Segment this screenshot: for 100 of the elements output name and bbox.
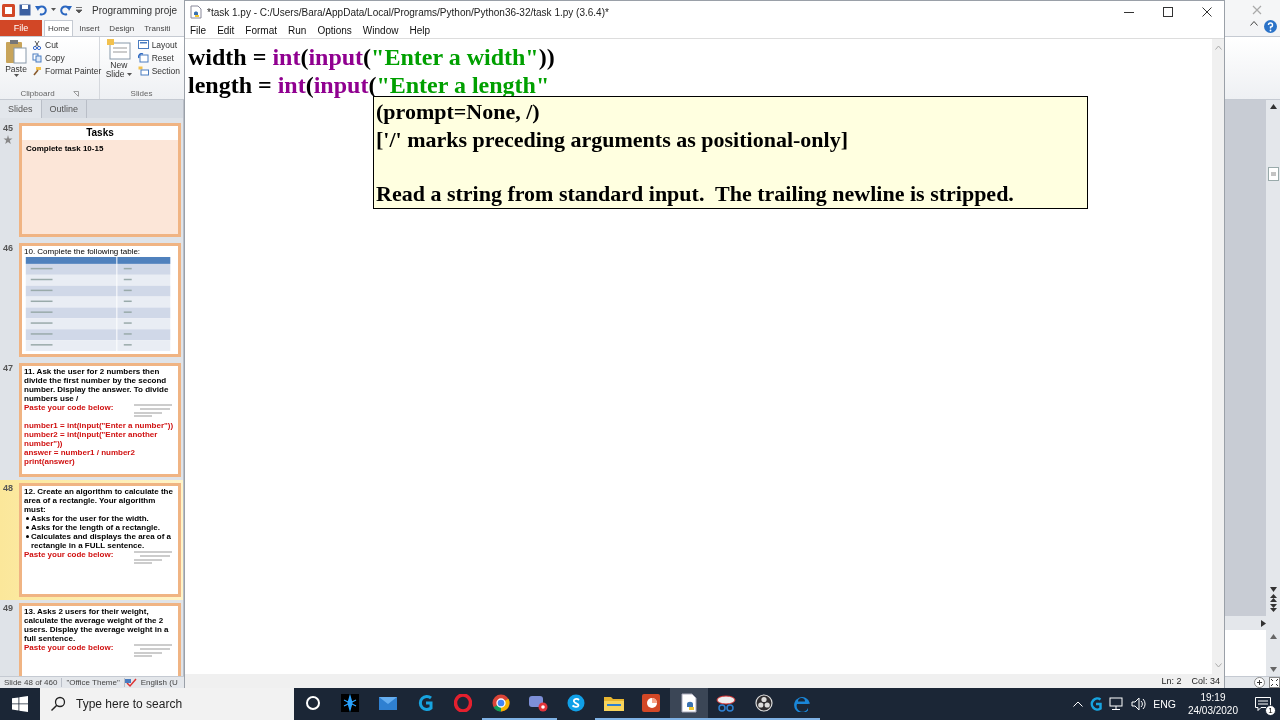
pane-tab[interactable]: Slides	[0, 100, 42, 118]
chat-app-icon	[528, 694, 549, 712]
notification-icon[interactable]	[1255, 697, 1271, 711]
e-logo-icon	[792, 694, 811, 712]
document-icon	[679, 693, 698, 713]
slide-row[interactable]: 49 13. Asks 2 users for their weight, calculate the average weight of the 2 users. Display the average weight in a full sentence. Paste your code below:	[0, 600, 183, 676]
docstring-text: Read a string from standard input. The trailing newline is stripped.	[376, 180, 1015, 208]
volume-icon[interactable]	[1131, 697, 1148, 711]
scroll-right-icon	[1261, 619, 1266, 627]
slide-text: 10. Complete the following table:	[24, 247, 142, 256]
spelling-icon	[124, 677, 137, 688]
undo-icon[interactable]	[35, 4, 47, 16]
scrollbar[interactable]	[1266, 100, 1280, 616]
scroll-down-icon	[1269, 667, 1277, 672]
window-title: Programming proje	[92, 4, 178, 16]
slide-text: 13. Asks 2 users for their weight, calculate the average weight of the 2 users. Display the average weight in a full sentence.	[24, 607, 170, 643]
clock-date: 24/03/2020	[1187, 704, 1238, 717]
scroll-up-icon	[1269, 634, 1277, 639]
ribbon-button[interactable]: Reset	[137, 52, 180, 64]
previous-slide-icon[interactable]	[1269, 594, 1277, 602]
slide-row[interactable]: 46 10. Complete the following table:	[0, 240, 183, 360]
show-hidden-icons-icon[interactable]	[1073, 701, 1084, 707]
taskbar-button[interactable]	[669, 688, 708, 720]
column-number: Col: 34	[1191, 676, 1220, 686]
paintbrush-icon	[32, 66, 42, 76]
scrollbar[interactable]	[1212, 39, 1224, 674]
scrollbar[interactable]	[1266, 630, 1280, 676]
slide-thumbnail[interactable]	[19, 483, 181, 597]
menu-item[interactable]: Run	[283, 23, 313, 38]
note-text: ['/' marks preceding arguments as positional-only]	[376, 125, 849, 153]
help-icon[interactable]	[1264, 20, 1277, 33]
collapse-ribbon-icon[interactable]	[1250, 20, 1258, 26]
new-slide-icon	[106, 39, 131, 61]
notification-count: 1	[1265, 705, 1276, 716]
ribbon-tab[interactable]: Transiti	[140, 20, 175, 36]
slide-number: 47	[3, 363, 14, 373]
slide-text: Complete task 10-15	[26, 144, 104, 153]
code-line: width = int(input("Enter a width"))	[188, 43, 556, 71]
g-logo-icon[interactable]	[1089, 696, 1104, 712]
menu-item[interactable]: Window	[357, 23, 405, 38]
line-number: Ln: 2	[1161, 676, 1182, 686]
section-icon	[137, 66, 149, 76]
ribbon-tab[interactable]: Insert	[75, 20, 104, 36]
slide-row[interactable]	[0, 360, 183, 480]
slide-counter: Slide 48 of 460	[0, 678, 63, 687]
ribbon-button[interactable]: Cut	[32, 39, 102, 51]
scissors-icon	[716, 694, 737, 712]
ring-icon	[454, 694, 473, 712]
ribbon-tab[interactable]: Home	[44, 20, 74, 36]
circle-icon	[304, 695, 321, 711]
call-app-icon	[566, 694, 585, 712]
animation-star-icon	[3, 135, 13, 144]
menu-item[interactable]: Format	[240, 23, 284, 38]
slide-row[interactable]: 45 Tasks Complete task 10-15	[0, 120, 183, 240]
ribbon-button[interactable]: Layout	[137, 39, 180, 51]
menu-item[interactable]: Options	[312, 23, 358, 38]
ribbon-button[interactable]: Format Painter	[32, 65, 102, 77]
menu-item[interactable]: Edit	[212, 23, 241, 38]
fit-slide-icon[interactable]	[1269, 677, 1280, 688]
ribbon-button[interactable]: Copy	[32, 52, 102, 64]
slide-number: 49	[3, 603, 14, 613]
slide-text: 12. Create an algorithm to calculate the area of a rectangle. Your algorithm must:	[24, 487, 174, 514]
file-tab[interactable]: File	[0, 20, 42, 36]
scroll-up-icon	[1269, 104, 1277, 109]
slide-thumbnail[interactable]	[19, 363, 181, 477]
network-icon[interactable]	[1109, 697, 1126, 711]
scroll-up-icon	[1214, 45, 1222, 50]
menu-item[interactable]: File	[185, 23, 213, 38]
new-slide-button[interactable]: New Slide	[103, 39, 135, 88]
slide-text: Paste your code below:	[24, 643, 114, 654]
maximize-icon[interactable]	[1162, 7, 1173, 17]
slide-text: Paste your code below:	[24, 550, 114, 561]
next-slide-icon[interactable]	[1269, 604, 1277, 612]
customize-icon[interactable]	[76, 6, 82, 14]
search-field[interactable]: Type here to search	[40, 688, 294, 720]
close-icon[interactable]	[1201, 7, 1212, 17]
slide-thumbnail[interactable]: Tasks Complete task 10-15	[19, 123, 181, 237]
slide-text: 11. Ask the user for 2 numbers then divide the first number by the second number. Display the answer. To divide numbers use /	[24, 367, 170, 403]
redo-icon[interactable]	[60, 4, 72, 16]
scroll-thumb-icon	[1267, 167, 1279, 181]
slide-thumbnail[interactable]: 13. Asks 2 users for their weight, calculate the average weight of the 2 users. Display the average weight in a full sentence. Paste your code below:	[19, 603, 181, 676]
code-line: number1 = int(input("Enter a number"))	[24, 421, 175, 430]
menu-item[interactable]: Help	[404, 23, 436, 38]
zoom-in-icon[interactable]	[1254, 677, 1265, 688]
paste-button[interactable]: Paste	[3, 39, 29, 88]
ribbon-tab[interactable]: Design	[105, 20, 139, 36]
code-line: number2 = int(input("Enter another number"))	[24, 430, 159, 448]
layout-icon	[137, 40, 149, 50]
group-label: Clipboard	[20, 89, 55, 98]
scissors-icon	[32, 40, 42, 50]
g-logo-icon	[417, 694, 434, 712]
slide-thumbnail[interactable]: 10. Complete the following table:	[19, 243, 181, 357]
caret-icon	[13, 74, 19, 78]
save-icon[interactable]	[19, 4, 31, 16]
ribbon-button[interactable]: Section	[137, 65, 180, 77]
folder-icon	[603, 695, 624, 711]
input-language[interactable]: ENG	[1153, 698, 1176, 710]
slide-text: Paste your code below:	[24, 403, 114, 414]
reset-icon	[137, 53, 149, 63]
slide-row[interactable]	[0, 480, 183, 600]
